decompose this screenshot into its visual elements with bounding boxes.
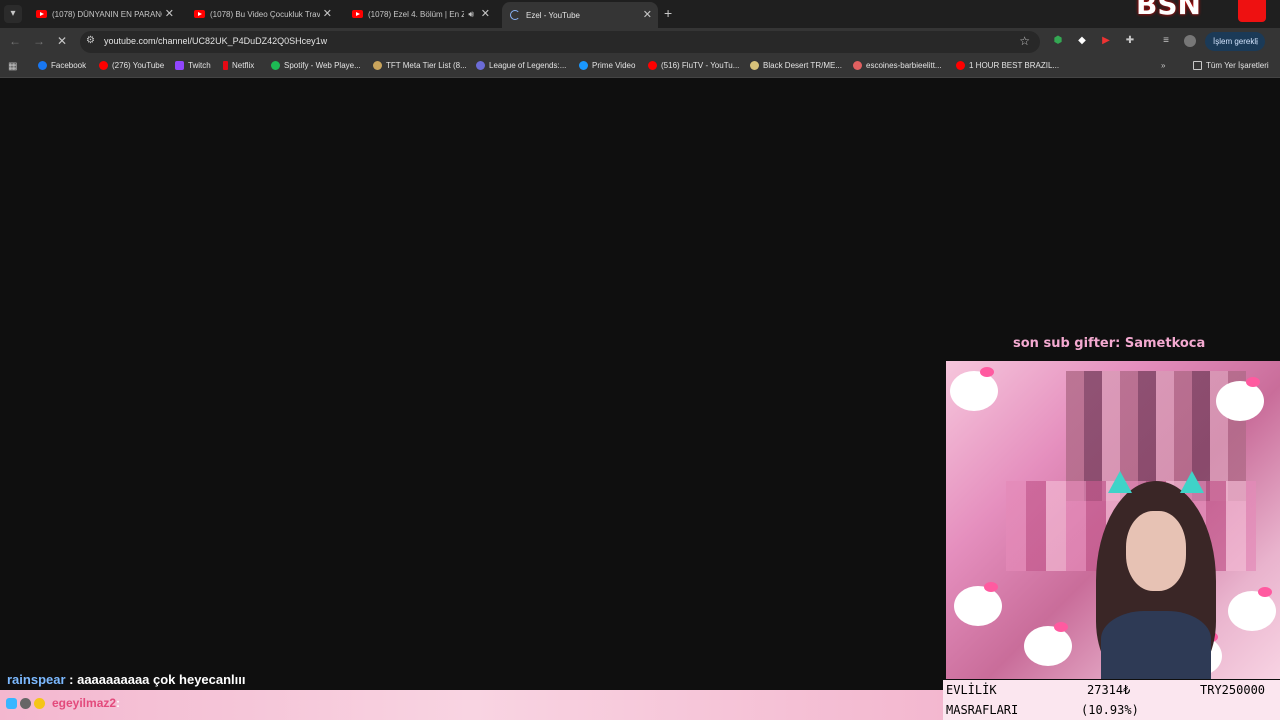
stop-icon[interactable]: ✕ [57,34,67,48]
tab-title: (1078) Bu Video Çocukluk Travma [210,9,320,19]
chat-text: : [116,696,121,710]
donation-goal-widget: EVLİLİK MASRAFLARI 27314₺ (10.93%) TRY25… [943,680,1280,720]
new-tab-icon[interactable]: + [664,6,672,20]
tab-1[interactable]: (1078) DÜNYANIN EN PARANOYAK ✕ [28,3,180,25]
tab-title: (1078) Ezel 4. Bölüm | En Zor [368,9,464,19]
youtube-icon [648,61,657,70]
folder-icon [1193,61,1202,70]
coin-badge-icon [34,697,45,709]
close-tab-icon[interactable]: ✕ [165,3,174,25]
bookmark-item[interactable]: Netflix [223,61,254,70]
extension-icon[interactable]: ▶ [1100,35,1112,47]
heart-badge-icon [20,697,31,709]
more-bookmarks-chevron-icon[interactable]: » [1161,61,1165,70]
black-desert-icon [750,61,759,70]
bookmark-item[interactable]: Twitch [175,61,211,70]
chat-message: rainspear : aaaaaaaaaa çok heyecanlııı [7,672,246,687]
diamond-extension-icon[interactable]: ◆ [1076,35,1088,47]
forward-icon[interactable]: → [33,34,45,48]
profile-avatar-icon[interactable] [1184,35,1196,47]
youtube-icon [956,61,965,70]
spotify-icon [271,61,280,70]
apps-grid-icon[interactable]: ▦ [8,61,17,72]
shield-extension-icon[interactable]: ⬢ [1052,35,1064,47]
hello-kitty-sticker [954,582,1002,626]
youtube-icon [99,61,108,70]
goal-percent: (10.93%) [1081,703,1139,717]
chat-text: : aaaaaaaaaa çok heyecanlııı [65,672,246,687]
tab-4-active[interactable]: Ezel - YouTube ✕ [502,2,658,28]
close-tab-icon[interactable]: ✕ [323,3,332,25]
tab-title: (1078) DÜNYANIN EN PARANOYAK [52,9,162,19]
facebook-icon [38,61,47,70]
bookmark-item[interactable]: (276) YouTube [99,61,164,70]
tab-3[interactable]: (1078) Ezel 4. Bölüm | En Zor 🔊︎ ✕ [344,3,496,25]
action-required-button[interactable]: İşlem gerekli ⋮ [1205,32,1265,51]
all-bookmarks-folder[interactable]: Tüm Yer İşaretleri [1193,61,1269,70]
bookmark-item[interactable]: League of Legends:... [476,61,566,70]
close-tab-icon[interactable]: ✕ [643,2,652,28]
bookmark-item[interactable]: (516) FluTV - YouTu... [648,61,739,70]
address-bar[interactable]: ⚙ youtube.com/channel/UC82UK_P4DuDZ42Q0S… [80,31,1040,53]
bookmark-item[interactable]: Spotify - Web Playe... [271,61,361,70]
badge-icon [6,697,17,709]
chat-username: rainspear [7,672,66,687]
bookmark-star-icon[interactable]: ☆ [1019,34,1030,48]
webcam-feed [946,361,1280,679]
close-tab-icon[interactable]: ✕ [481,3,490,25]
chat-banner: egeyilmaz2 : [0,690,943,720]
bookmarks-bar: ▦ Facebook (276) YouTube Twitch Netflix … [0,56,1280,78]
bookmark-item[interactable]: Black Desert TR/ME... [750,61,842,70]
twitch-icon [175,61,184,70]
hello-kitty-sticker [1216,377,1264,421]
bookmark-item[interactable]: Prime Video [579,61,635,70]
bookmark-item[interactable]: TFT Meta Tier List (8... [373,61,467,70]
tab-search-button[interactable]: ▾ [4,5,22,23]
streamer-logo: BSN [1130,0,1280,26]
sub-gifter-label: son sub gifter: Sametkoca [1013,336,1206,351]
netflix-icon [223,61,228,70]
league-icon [476,61,485,70]
bookmark-item[interactable]: Facebook [38,61,86,70]
hello-kitty-sticker [1228,587,1276,631]
browser-toolbar: ← → ✕ ⚙ youtube.com/channel/UC82UK_P4DuD… [0,28,1280,56]
tab-bar: ▾ (1078) DÜNYANIN EN PARANOYAK ✕ (1078) … [0,0,1280,28]
goal-label: MASRAFLARI [946,703,1019,717]
menu-dots-icon[interactable]: ⋮ [1253,32,1261,51]
loading-icon [510,10,520,20]
bookmark-item[interactable]: 1 HOUR BEST BRAZIL... [956,61,1059,70]
chat-username: egeyilmaz2 [52,696,117,710]
chat-message: egeyilmaz2 : [6,696,120,710]
goal-label: EVLİLİK [946,683,997,697]
bookmark-item[interactable]: escoines-barbieelitt... [853,61,942,70]
extensions-puzzle-icon[interactable]: ✚ [1124,35,1136,47]
hello-kitty-sticker [1024,622,1072,666]
streamer-person [1096,471,1216,679]
youtube-icon [194,10,205,18]
site-icon [853,61,862,70]
tft-icon [373,61,382,70]
back-icon[interactable]: ← [9,34,21,48]
tab-2[interactable]: (1078) Bu Video Çocukluk Travma ✕ [186,3,338,25]
tab-title: Ezel - YouTube [526,10,580,20]
hello-kitty-sticker [950,367,998,411]
prime-video-icon [579,61,588,70]
site-info-icon[interactable]: ⚙ [86,35,95,46]
speaker-icon[interactable]: 🔊︎ [468,3,474,25]
cat-ear [1180,471,1204,493]
media-control-icon[interactable]: ≡ [1160,35,1172,47]
youtube-icon [36,10,47,18]
url-text[interactable]: youtube.com/channel/UC82UK_P4DuDZ42Q0SHc… [104,36,327,46]
goal-target-amount: TRY250000 [1200,683,1266,697]
youtube-icon [352,10,363,18]
cat-ear [1108,471,1132,493]
goal-current-amount: 27314₺ [1087,683,1131,697]
